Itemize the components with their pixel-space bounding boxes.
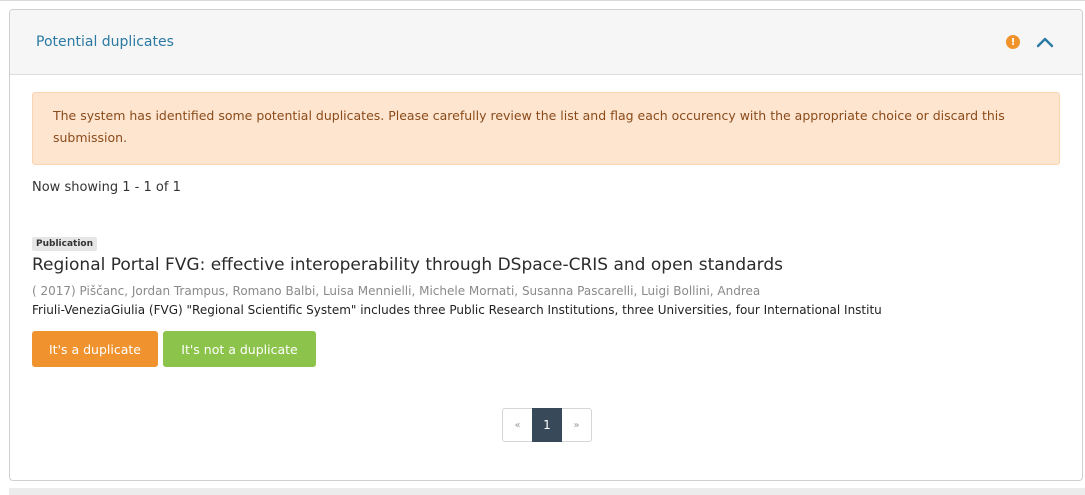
item-abstract-container: Friuli-VeneziaGiulia (FVG) "Regional Sci…: [32, 303, 1032, 317]
its-not-a-duplicate-button[interactable]: It's not a duplicate: [163, 331, 316, 367]
item-authors: ( 2017) Piščanc, Jordan Trampus, Romano …: [32, 284, 761, 298]
results-count: Now showing 1 - 1 of 1: [32, 180, 181, 195]
next-section-edge: [9, 488, 1085, 495]
abstract-fade: [942, 303, 1032, 317]
chevron-up-icon[interactable]: [1034, 35, 1056, 49]
list-item: Publication Regional Portal FVG: effecti…: [32, 231, 1060, 367]
warning-icon: !: [1006, 35, 1020, 49]
item-actions: It's a duplicate It's not a duplicate: [32, 331, 1060, 367]
pagination-page-1[interactable]: 1: [532, 408, 562, 442]
item-type-badge: Publication: [32, 237, 98, 251]
duplicates-alert: The system has identified some potential…: [32, 92, 1060, 165]
pagination-next-button[interactable]: »: [562, 408, 592, 442]
panel-header[interactable]: Potential duplicates !: [10, 10, 1082, 75]
panel-title: Potential duplicates: [36, 34, 174, 50]
panel-body: The system has identified some potential…: [10, 75, 1082, 367]
potential-duplicates-panel: Potential duplicates ! The system has id…: [9, 9, 1083, 481]
its-a-duplicate-button[interactable]: It's a duplicate: [32, 331, 158, 367]
pagination: « 1 »: [502, 408, 592, 442]
item-title: Regional Portal FVG: effective interoper…: [32, 255, 783, 275]
page-top-divider: [0, 0, 1085, 1]
item-abstract: Friuli-VeneziaGiulia (FVG) "Regional Sci…: [32, 303, 882, 317]
pagination-prev-button[interactable]: «: [502, 408, 532, 442]
